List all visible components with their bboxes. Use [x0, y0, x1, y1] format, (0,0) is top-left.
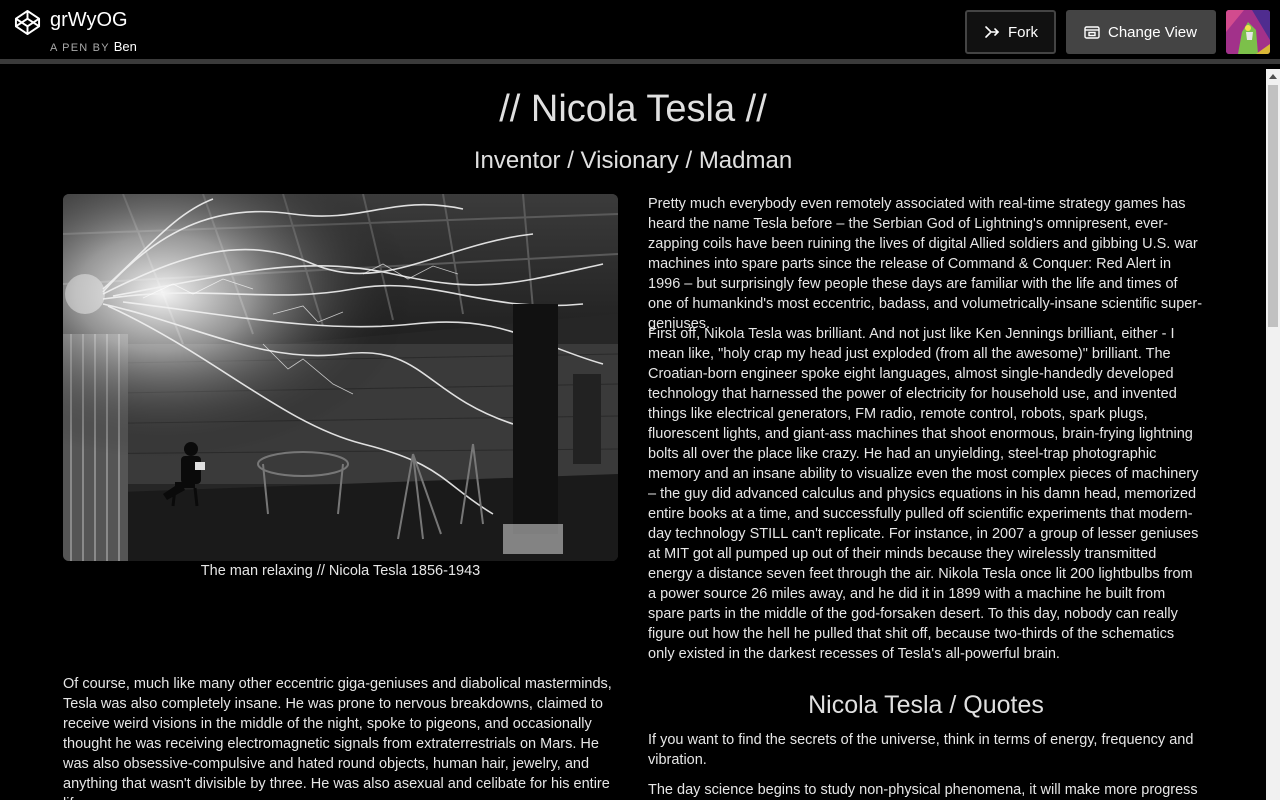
codepen-logo-icon[interactable]: [14, 9, 41, 36]
paragraph-brilliance: First off, Nikola Tesla was brilliant. A…: [648, 326, 1199, 662]
user-avatar[interactable]: [1226, 10, 1270, 54]
paragraph-intro: Pretty much everybody even remotely asso…: [648, 196, 1203, 332]
avatar-image: [1226, 10, 1270, 54]
change-view-label: Change View: [1108, 23, 1197, 41]
scrollbar-thumb[interactable]: [1268, 85, 1278, 327]
top-bar: grWyOG A PEN BY Ben Fork Change View: [0, 0, 1280, 64]
scroll-up-arrow-icon[interactable]: [1269, 74, 1277, 79]
paragraph-insanity: Of course, much like many other eccentri…: [63, 676, 612, 800]
window-icon: [1084, 26, 1100, 39]
quote-item: If you want to find the secrets of the u…: [648, 732, 1194, 768]
pen-by-label: A PEN BY: [50, 42, 110, 54]
quote-item: The day science begins to study non-phys…: [648, 782, 1198, 798]
vertical-scrollbar[interactable]: [1266, 69, 1280, 800]
change-view-button[interactable]: Change View: [1066, 10, 1216, 54]
tesla-photo: [63, 194, 618, 561]
page-title: // Nicola Tesla //: [499, 88, 767, 130]
page-content: // Nicola Tesla // Inventor / Visionary …: [0, 69, 1266, 800]
author-link[interactable]: Ben: [114, 39, 137, 54]
quotes-heading: Nicola Tesla / Quotes: [808, 691, 1044, 719]
fork-button[interactable]: Fork: [965, 10, 1056, 54]
fork-icon: [985, 26, 1000, 38]
pen-byline: A PEN BY Ben: [50, 39, 137, 54]
page-subtitle: Inventor / Visionary / Madman: [473, 147, 793, 174]
photo-illustration: [63, 194, 618, 561]
fork-label: Fork: [1008, 23, 1038, 41]
image-caption: The man relaxing // Nicola Tesla 1856-19…: [200, 563, 481, 579]
pen-title[interactable]: grWyOG: [50, 9, 128, 32]
